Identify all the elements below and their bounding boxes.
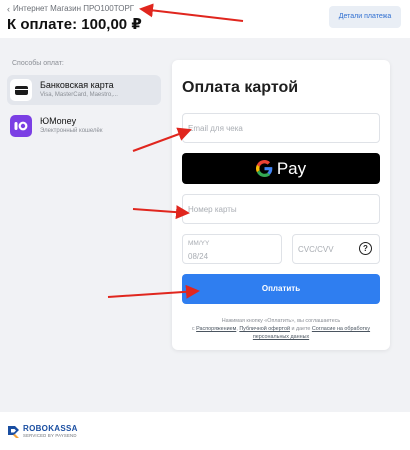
help-icon[interactable]: ? — [359, 242, 372, 255]
method-subtitle: Электронный кошелёк — [40, 128, 103, 134]
consent-link-offer[interactable]: Публичной офертой — [239, 326, 290, 332]
expiry-label: MM/YY — [188, 240, 210, 247]
consent-text-2: с — [191, 326, 195, 332]
payment-methods-title: Способы оплат: — [12, 60, 64, 67]
payment-details-button[interactable]: Детали платежа — [329, 6, 401, 28]
robokassa-logo-icon — [8, 426, 19, 438]
consent-text: Нажимая кнопку «Оплатить», вы соглашаете… — [186, 317, 376, 341]
consent-text-1: Нажимая кнопку «Оплатить», вы соглашаете… — [221, 318, 341, 324]
card-number-field[interactable] — [183, 195, 379, 223]
footer: ROBOKASSA SERVICED BY PAYSEND — [0, 412, 410, 450]
google-g-icon — [255, 160, 273, 177]
method-bank-card[interactable]: Банковская карта Visa, MasterCard, Maest… — [7, 75, 161, 105]
merchant-name: Интернет Магазин ПРО100ТОРГ — [13, 4, 135, 13]
email-field[interactable] — [183, 114, 379, 142]
robokassa-logo[interactable]: ROBOKASSA SERVICED BY PAYSEND — [7, 424, 78, 439]
expiry-field[interactable]: MM/YY 08/24 — [182, 234, 282, 264]
card-payment-panel: Оплата картой Pay MM/YY 08/24 ? Оплатить — [172, 60, 390, 350]
chevron-left-icon: ‹ — [7, 4, 10, 14]
logo-sub-text: SERVICED BY PAYSEND — [23, 433, 77, 438]
pay-button[interactable]: Оплатить — [182, 274, 380, 304]
method-name: ЮMoney — [40, 116, 77, 126]
consent-text-3: , — [236, 326, 238, 332]
amount-title: К оплате: 100,00 ₽ — [7, 16, 142, 33]
yoomoney-icon — [10, 115, 32, 137]
method-name: Банковская карта — [40, 80, 114, 90]
method-subtitle: Visa, MasterCard, Maestro,... — [40, 92, 118, 98]
consent-text-4: и даете — [291, 326, 311, 332]
main-area: Способы оплат: Банковская карта Visa, Ma… — [0, 38, 410, 412]
card-payment-title: Оплата картой — [182, 79, 299, 96]
logo-main-text: ROBOKASSA — [23, 424, 78, 433]
google-pay-label: Pay — [276, 158, 307, 178]
header: ‹ Интернет Магазин ПРО100ТОРГ К оплате: … — [0, 0, 410, 38]
expiry-placeholder: 08/24 — [188, 252, 209, 261]
consent-link-order[interactable]: Распоряжением — [196, 326, 236, 332]
google-pay-button[interactable]: Pay — [182, 153, 380, 184]
back-link[interactable]: ‹ Интернет Магазин ПРО100ТОРГ — [7, 4, 134, 14]
cvc-field-wrapper: ? — [292, 234, 380, 264]
method-yoomoney[interactable]: ЮMoney Электронный кошелёк — [7, 111, 161, 141]
email-field-wrapper — [182, 113, 380, 143]
bank-card-icon — [10, 79, 32, 101]
card-number-wrapper — [182, 194, 380, 224]
